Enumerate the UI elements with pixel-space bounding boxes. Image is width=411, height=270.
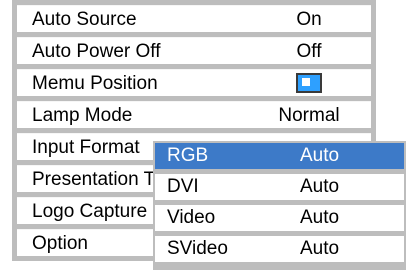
submenu-item-label: DVI bbox=[167, 176, 199, 197]
menu-position-icon bbox=[296, 73, 322, 93]
submenu-item-rgb[interactable]: RGB Auto bbox=[155, 143, 404, 169]
submenu-item-svideo[interactable]: SVideo Auto bbox=[155, 236, 404, 262]
menu-item-label: Auto Power Off bbox=[32, 41, 161, 62]
menu-item-auto-power-off[interactable]: Auto Power Off Off bbox=[17, 37, 371, 64]
menu-item-value: On bbox=[296, 9, 322, 30]
menu-item-label: Memu Position bbox=[32, 73, 158, 94]
menu-item-label: Input Format bbox=[32, 137, 140, 158]
submenu-item-dvi[interactable]: DVI Auto bbox=[155, 174, 404, 200]
submenu-item-label: RGB bbox=[167, 145, 209, 166]
submenu-item-value: Auto bbox=[300, 238, 340, 259]
menu-item-label: Option bbox=[32, 233, 88, 254]
menu-item-label: Auto Source bbox=[32, 9, 137, 30]
submenu-item-label: SVideo bbox=[167, 238, 228, 259]
menu-item-lamp-mode[interactable]: Lamp Mode Normal bbox=[17, 101, 371, 128]
menu-item-label: Presentation T bbox=[32, 169, 156, 190]
menu-item-label: Lamp Mode bbox=[32, 105, 133, 126]
menu-item-auto-source[interactable]: Auto Source On bbox=[17, 5, 371, 32]
menu-item-value: Off bbox=[296, 41, 322, 62]
menu-item-label: Logo Capture bbox=[32, 201, 148, 222]
submenu-item-video[interactable]: Video Auto bbox=[155, 205, 404, 231]
submenu-item-value: Auto bbox=[300, 176, 340, 197]
input-format-submenu: RGB Auto DVI Auto Video Auto SVideo Auto bbox=[153, 141, 406, 270]
menu-item-value: Normal bbox=[278, 105, 340, 126]
menu-item-menu-position[interactable]: Memu Position bbox=[17, 69, 371, 96]
submenu-item-label: Video bbox=[167, 207, 216, 228]
submenu-item-value: Auto bbox=[300, 207, 340, 228]
submenu-item-value: Auto bbox=[300, 145, 340, 166]
